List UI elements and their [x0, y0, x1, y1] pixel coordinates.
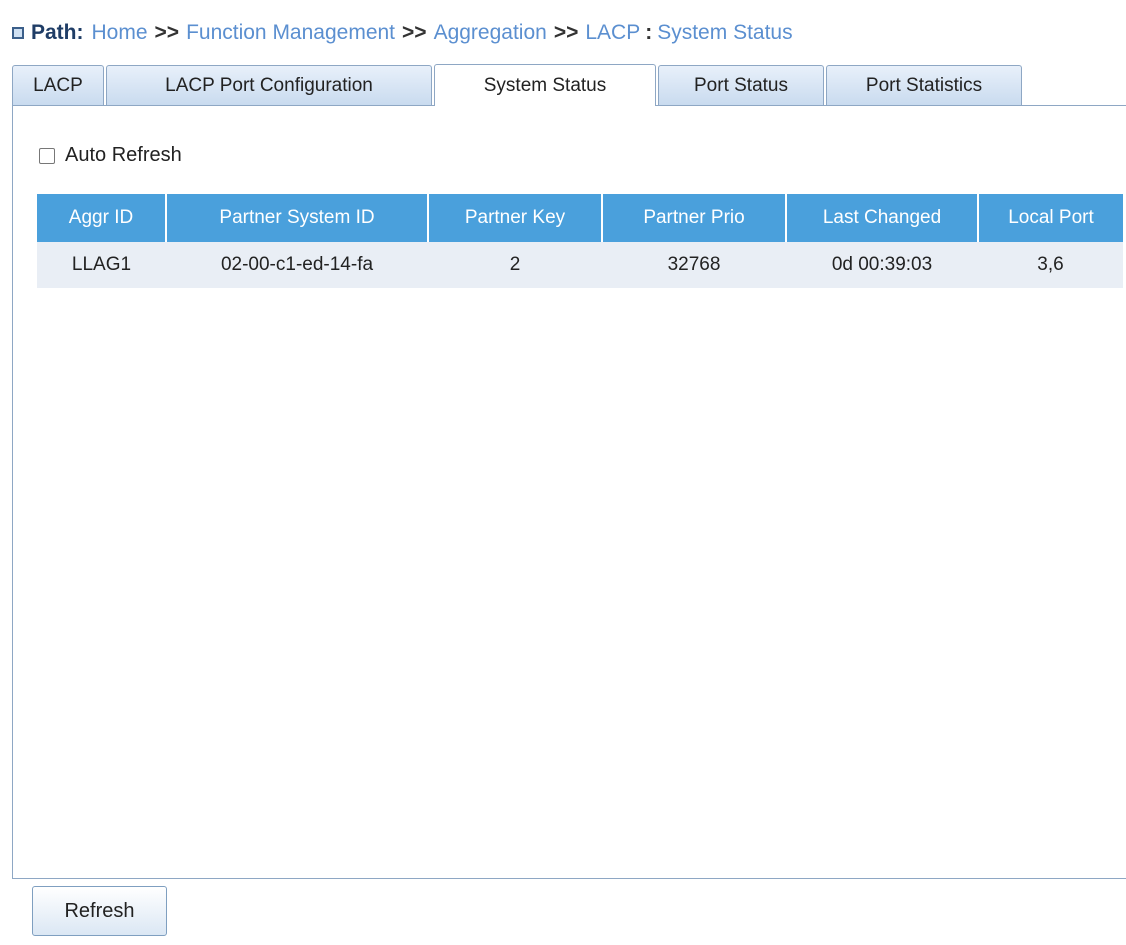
breadcrumb-colon: : — [645, 21, 653, 44]
cell-partner-key: 2 — [428, 242, 602, 288]
breadcrumb-home[interactable]: Home — [92, 21, 148, 45]
header-aggr-id: Aggr ID — [37, 194, 166, 242]
table-header-row: Aggr ID Partner System ID Partner Key Pa… — [37, 194, 1123, 242]
breadcrumb-separator: >> — [154, 21, 180, 44]
breadcrumb-separator: >> — [553, 21, 579, 44]
header-local-port: Local Port — [977, 194, 1123, 242]
auto-refresh-label: Auto Refresh — [65, 144, 182, 166]
tab-port-statistics[interactable]: Port Statistics — [826, 65, 1022, 105]
breadcrumb-aggregation[interactable]: Aggregation — [434, 21, 547, 45]
refresh-button[interactable]: Refresh — [32, 886, 167, 936]
tab-port-status[interactable]: Port Status — [658, 65, 824, 105]
cell-partner-system-id: 02-00-c1-ed-14-fa — [166, 242, 428, 288]
header-partner-prio: Partner Prio — [601, 194, 786, 242]
content-panel: Auto Refresh Aggr ID Partner System ID P… — [12, 105, 1126, 879]
cell-last-changed: 0d 00:39:03 — [786, 242, 978, 288]
auto-refresh-control[interactable]: Auto Refresh — [39, 144, 182, 167]
breadcrumb-lacp[interactable]: LACP — [585, 21, 640, 45]
path-square-icon — [12, 27, 24, 39]
header-last-changed: Last Changed — [785, 194, 978, 242]
breadcrumb-separator: >> — [402, 21, 427, 44]
breadcrumb: Path: Home >> Function Management >> Agg… — [12, 18, 793, 48]
cell-partner-prio: 32768 — [602, 242, 786, 288]
tab-system-status[interactable]: System Status — [434, 64, 656, 106]
path-label: Path: — [31, 21, 84, 44]
tab-lacp-port-configuration[interactable]: LACP Port Configuration — [106, 65, 432, 105]
footer-bar: Refresh — [0, 879, 1126, 945]
tab-bar: LACP LACP Port Configuration System Stat… — [12, 64, 1024, 106]
table-row: LLAG1 02-00-c1-ed-14-fa 2 32768 0d 00:39… — [37, 242, 1123, 288]
cell-local-port: 3,6 — [978, 242, 1123, 288]
auto-refresh-checkbox[interactable] — [39, 147, 55, 164]
system-status-table: Aggr ID Partner System ID Partner Key Pa… — [37, 194, 1123, 288]
header-partner-system-id: Partner System ID — [165, 194, 428, 242]
tab-lacp[interactable]: LACP — [12, 65, 104, 105]
cell-aggr-id: LLAG1 — [37, 242, 166, 288]
breadcrumb-current: System Status — [657, 21, 793, 44]
header-partner-key: Partner Key — [427, 194, 602, 242]
breadcrumb-function-management[interactable]: Function Management — [186, 21, 395, 45]
